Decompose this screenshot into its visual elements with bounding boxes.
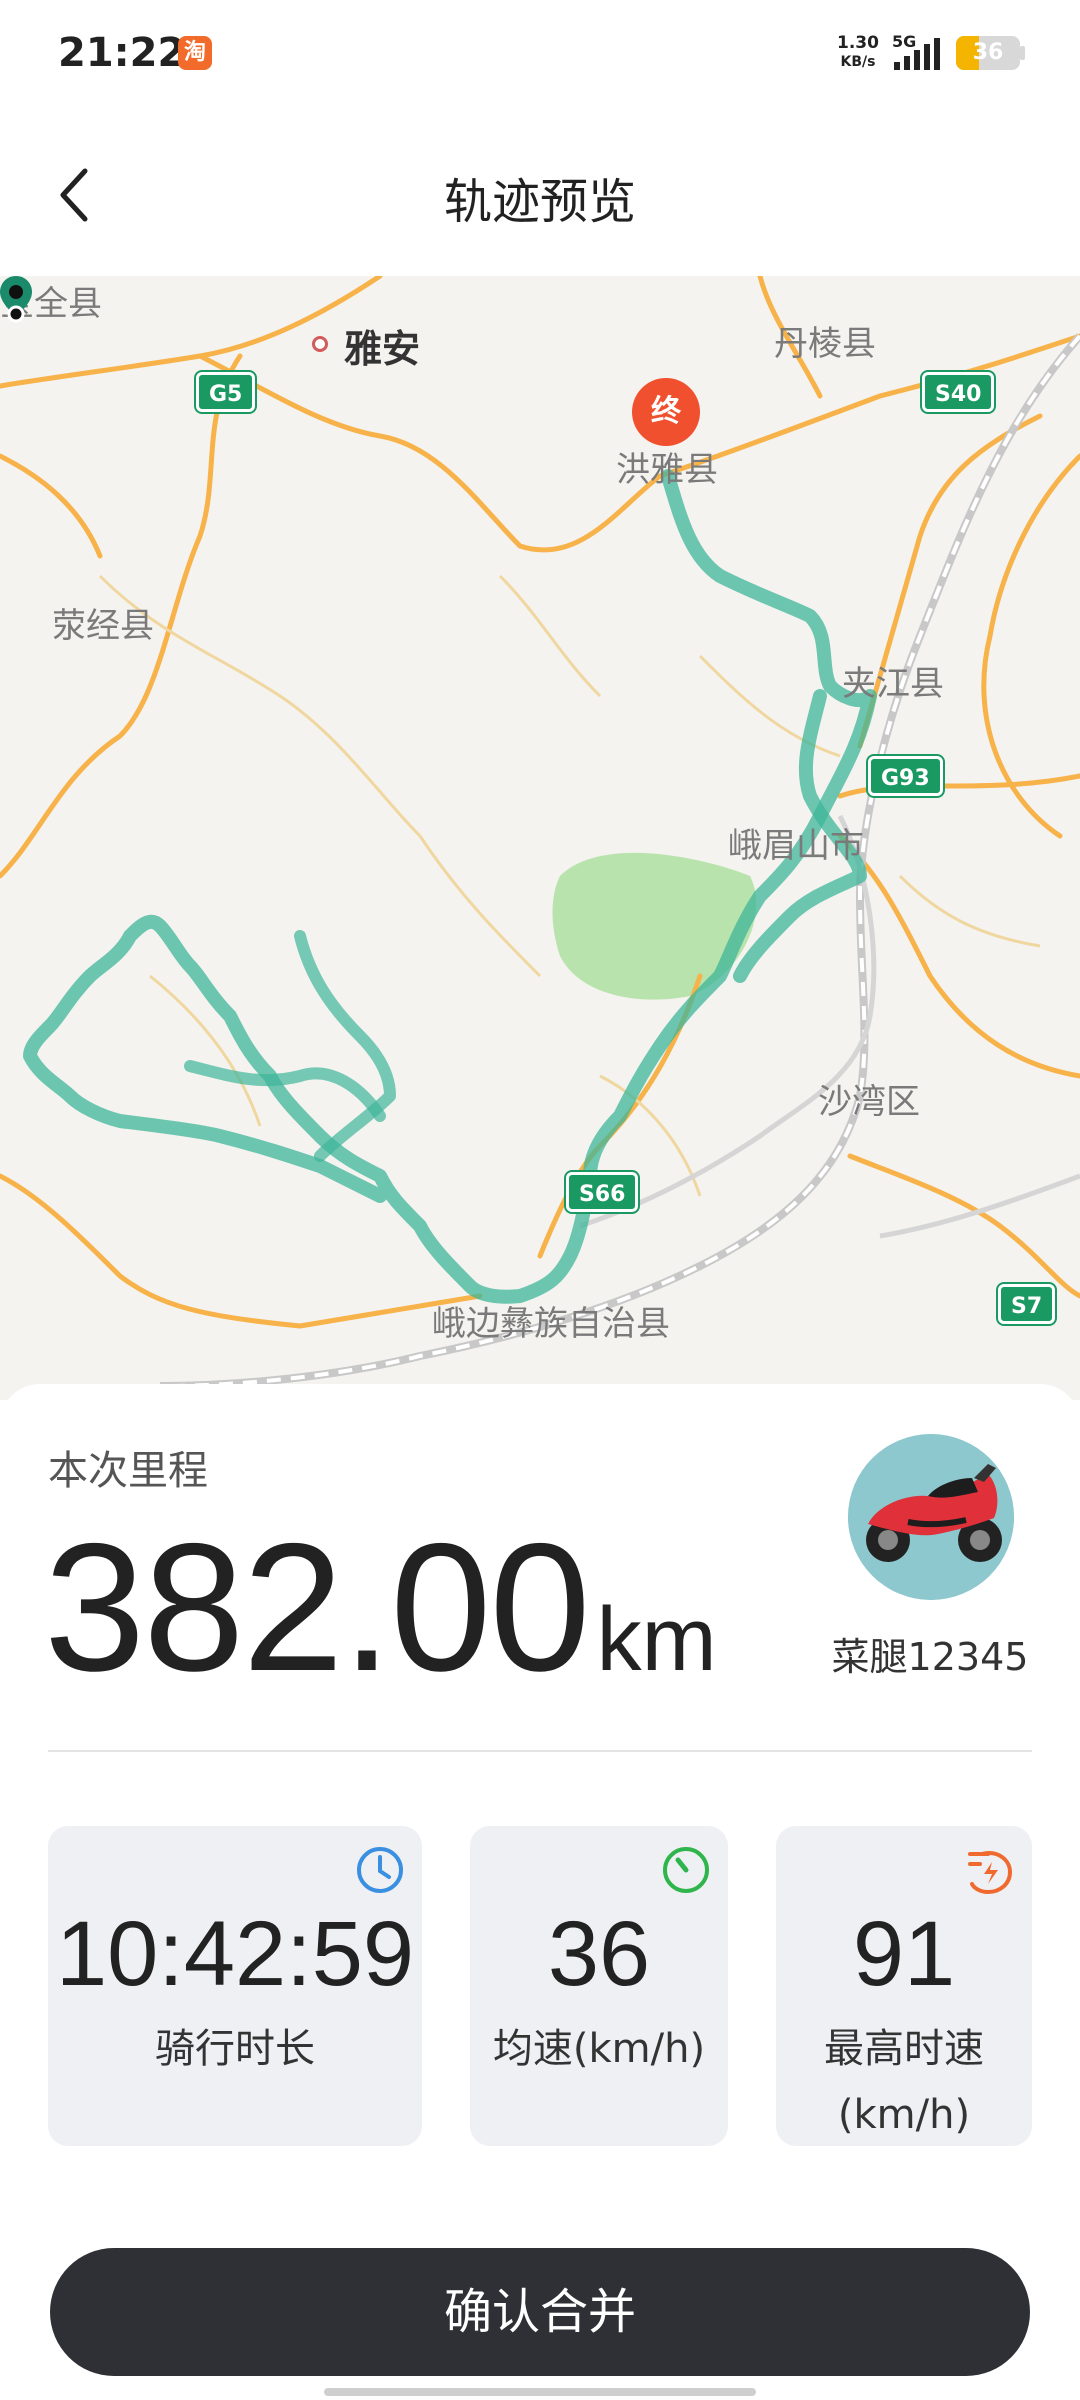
stat-max-speed-value: 91	[852, 1903, 956, 2005]
map-label-emeishan: 峨眉山市	[728, 826, 864, 866]
stat-duration-value: 10:42:59	[55, 1903, 415, 2005]
map-canvas	[0, 276, 1080, 1390]
battery-level-text: 36	[972, 40, 1004, 65]
stat-max-speed-label: 最高时速 (km/h)	[776, 2016, 1032, 2148]
stat-max-speed: 91 最高时速 (km/h)	[776, 1826, 1032, 2146]
road-badge-g5: G5	[196, 372, 256, 412]
map-label-yaan: 雅安	[344, 327, 421, 371]
stat-max-speed-label-line2: (km/h)	[837, 2092, 971, 2138]
route-map[interactable]: 宝全县 雅安 丹棱县 洪雅县 荥经县 夹江县 峨眉山市 沙湾区 峨边彝族自治县 …	[0, 276, 1080, 1400]
road-badge-s7: S7	[998, 1284, 1056, 1324]
stat-duration-label: 骑行时长	[155, 2026, 315, 2072]
motorcycle-avatar-icon	[848, 1434, 1014, 1600]
taobao-app-icon: 淘	[178, 36, 212, 70]
battery-cap	[1020, 46, 1025, 60]
end-pin-icon	[0, 276, 32, 323]
trip-distance: 382.00km	[44, 1502, 717, 1712]
fast-speed-icon	[968, 1851, 1013, 1895]
map-label-hongya: 洪雅县	[616, 450, 718, 490]
stat-average-speed-label: 均速(km/h)	[492, 2026, 706, 2072]
network-speed: 1.30 KB/s	[832, 34, 884, 72]
username: 菜腿12345	[831, 1635, 1029, 1679]
home-indicator	[324, 2388, 756, 2396]
status-time: 21:22	[58, 30, 186, 76]
avatar[interactable]	[848, 1434, 1014, 1600]
stat-duration: 10:42:59 骑行时长	[48, 1826, 422, 2146]
map-highways	[0, 276, 1080, 1329]
map-label-jiajiang: 夹江县	[842, 664, 944, 704]
network-speed-value: 1.30	[837, 33, 879, 53]
city-dot-yaan	[312, 336, 328, 352]
divider	[48, 1750, 1032, 1752]
end-marker[interactable]: 终	[632, 378, 700, 446]
header: 轨迹预览	[0, 100, 1080, 276]
road-badge-s40: S40	[922, 372, 995, 412]
stat-average-speed-value: 36	[547, 1903, 651, 2005]
signal-strength-icon: 5G	[892, 32, 944, 72]
trip-distance-value: 382.00	[44, 1505, 591, 1709]
battery-icon: 36	[956, 36, 1020, 70]
confirm-merge-button[interactable]: 确认合并	[50, 2248, 1030, 2376]
clock-icon	[357, 1847, 403, 1893]
map-label-yingjing: 荥经县	[52, 606, 154, 646]
map-label-danleng: 丹棱县	[774, 324, 876, 364]
map-label-shawan: 沙湾区	[818, 1082, 920, 1122]
network-speed-unit: KB/s	[840, 54, 876, 70]
stat-average-speed: 36 均速(km/h)	[470, 1826, 728, 2146]
road-badge-g93: G93	[868, 756, 943, 796]
road-badge-s66: S66	[566, 1172, 639, 1212]
trip-distance-label: 本次里程	[48, 1448, 208, 1494]
status-bar: 21:22 淘 1.30 KB/s 5G 36	[0, 0, 1080, 100]
trip-distance-unit: km	[596, 1590, 717, 1690]
page-title: 轨迹预览	[443, 174, 636, 230]
speedometer-icon	[663, 1847, 709, 1893]
map-label-ebian: 峨边彝族自治县	[432, 1304, 670, 1344]
signal-bars-icon	[894, 38, 940, 70]
stat-max-speed-label-line1: 最高时速	[824, 2026, 984, 2072]
